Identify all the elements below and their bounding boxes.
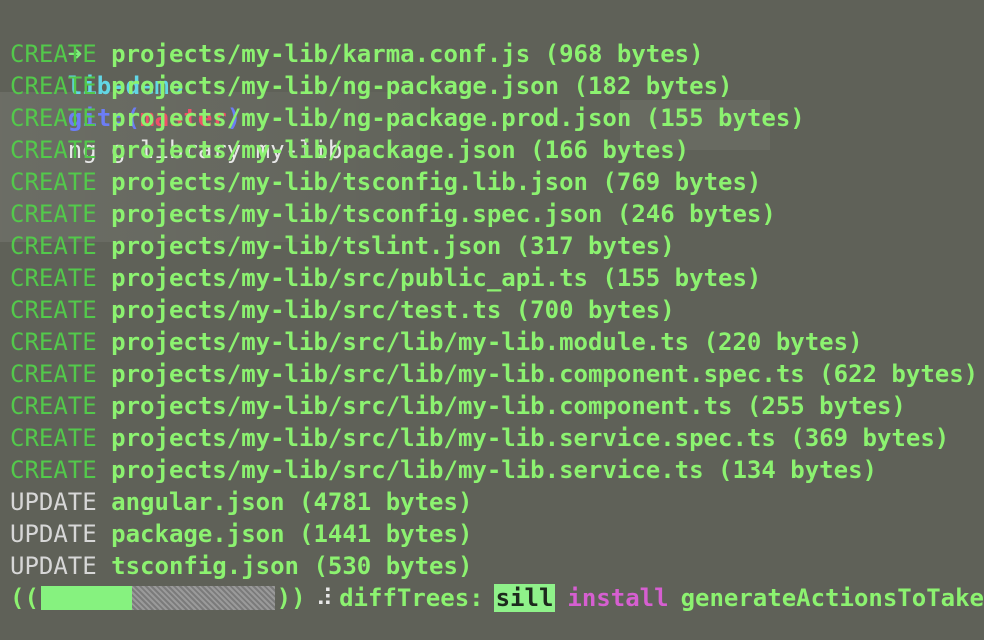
file-path: projects/my-lib/tsconfig.lib.json (769 b… [111, 168, 762, 196]
output-line: CREATE projects/my-lib/tsconfig.spec.jso… [10, 198, 984, 230]
file-path: projects/my-lib/tsconfig.spec.json (246 … [111, 200, 776, 228]
output-line: CREATE projects/my-lib/src/lib/my-lib.mo… [10, 326, 984, 358]
action-label: CREATE [10, 360, 97, 388]
file-path: projects/my-lib/src/test.ts (700 bytes) [111, 296, 675, 324]
progress-close: )) [276, 584, 306, 612]
action-label: CREATE [10, 72, 97, 100]
output-line: CREATE projects/my-lib/tsconfig.lib.json… [10, 166, 984, 198]
action-label: CREATE [10, 456, 97, 484]
action-label: CREATE [10, 232, 97, 260]
spinner-icon: ⠼ [315, 584, 334, 612]
action-label: CREATE [10, 424, 97, 452]
file-path: projects/my-lib/src/lib/my-lib.component… [111, 360, 979, 388]
file-path: projects/my-lib/package.json (166 bytes) [111, 136, 690, 164]
action-label: UPDATE [10, 488, 97, 516]
action-label: CREATE [10, 136, 97, 164]
action-label: CREATE [10, 264, 97, 292]
output-line: UPDATE tsconfig.json (530 bytes) [10, 550, 984, 582]
output-line: CREATE projects/my-lib/ng-package.json (… [10, 70, 984, 102]
action-label: CREATE [10, 168, 97, 196]
action-label: CREATE [10, 200, 97, 228]
progress-bar [40, 586, 275, 610]
log-level-badge: sill [493, 584, 556, 612]
output-line: CREATE projects/my-lib/src/lib/my-lib.se… [10, 422, 984, 454]
output-line: UPDATE angular.json (4781 bytes) [10, 486, 984, 518]
file-path: projects/my-lib/src/lib/my-lib.service.t… [111, 456, 877, 484]
file-path: projects/my-lib/src/public_api.ts (155 b… [111, 264, 762, 292]
action-label: CREATE [10, 328, 97, 356]
file-path: package.json (1441 bytes) [111, 520, 473, 548]
file-path: projects/my-lib/src/lib/my-lib.component… [111, 392, 906, 420]
terminal[interactable]: ➜ lib-demo git:(master) ng g library my-… [10, 6, 984, 614]
file-path: projects/my-lib/src/lib/my-lib.service.s… [111, 424, 950, 452]
output-line: CREATE projects/my-lib/src/public_api.ts… [10, 262, 984, 294]
progress-task: generateActionsToTake [680, 584, 984, 612]
file-path: projects/my-lib/karma.conf.js (968 bytes… [111, 40, 704, 68]
file-path: projects/my-lib/ng-package.json (182 byt… [111, 72, 733, 100]
output-line: CREATE projects/my-lib/ng-package.prod.j… [10, 102, 984, 134]
action-label: UPDATE [10, 520, 97, 548]
action-label: CREATE [10, 392, 97, 420]
file-path: angular.json (4781 bytes) [111, 488, 473, 516]
output-line: CREATE projects/my-lib/src/lib/my-lib.co… [10, 390, 984, 422]
output-line: CREATE projects/my-lib/karma.conf.js (96… [10, 38, 984, 70]
action-label: CREATE [10, 40, 97, 68]
action-label: CREATE [10, 296, 97, 324]
progress-fill [40, 586, 133, 610]
output-line: UPDATE package.json (1441 bytes) [10, 518, 984, 550]
output-line: CREATE projects/my-lib/tslint.json (317 … [10, 230, 984, 262]
prompt-line: ➜ lib-demo git:(master) ng g library my-… [10, 6, 984, 164]
output-line: CREATE projects/my-lib/src/lib/my-lib.se… [10, 454, 984, 486]
output-line: CREATE projects/my-lib/src/lib/my-lib.co… [10, 358, 984, 390]
file-path: tsconfig.json (530 bytes) [111, 552, 473, 580]
progress-open: (( [10, 584, 39, 612]
command-output: CREATE projects/my-lib/karma.conf.js (96… [10, 38, 984, 582]
file-path: projects/my-lib/ng-package.prod.json (15… [111, 104, 805, 132]
progress-line: (( )) ⠼ diffTrees: sill install generate… [10, 582, 984, 614]
output-line: CREATE projects/my-lib/package.json (166… [10, 134, 984, 166]
action-label: UPDATE [10, 552, 97, 580]
file-path: projects/my-lib/tslint.json (317 bytes) [111, 232, 675, 260]
output-line: CREATE projects/my-lib/src/test.ts (700 … [10, 294, 984, 326]
action-label: CREATE [10, 104, 97, 132]
progress-label: diffTrees: [339, 584, 484, 612]
progress-stage: install [567, 584, 669, 612]
file-path: projects/my-lib/src/lib/my-lib.module.ts… [111, 328, 863, 356]
